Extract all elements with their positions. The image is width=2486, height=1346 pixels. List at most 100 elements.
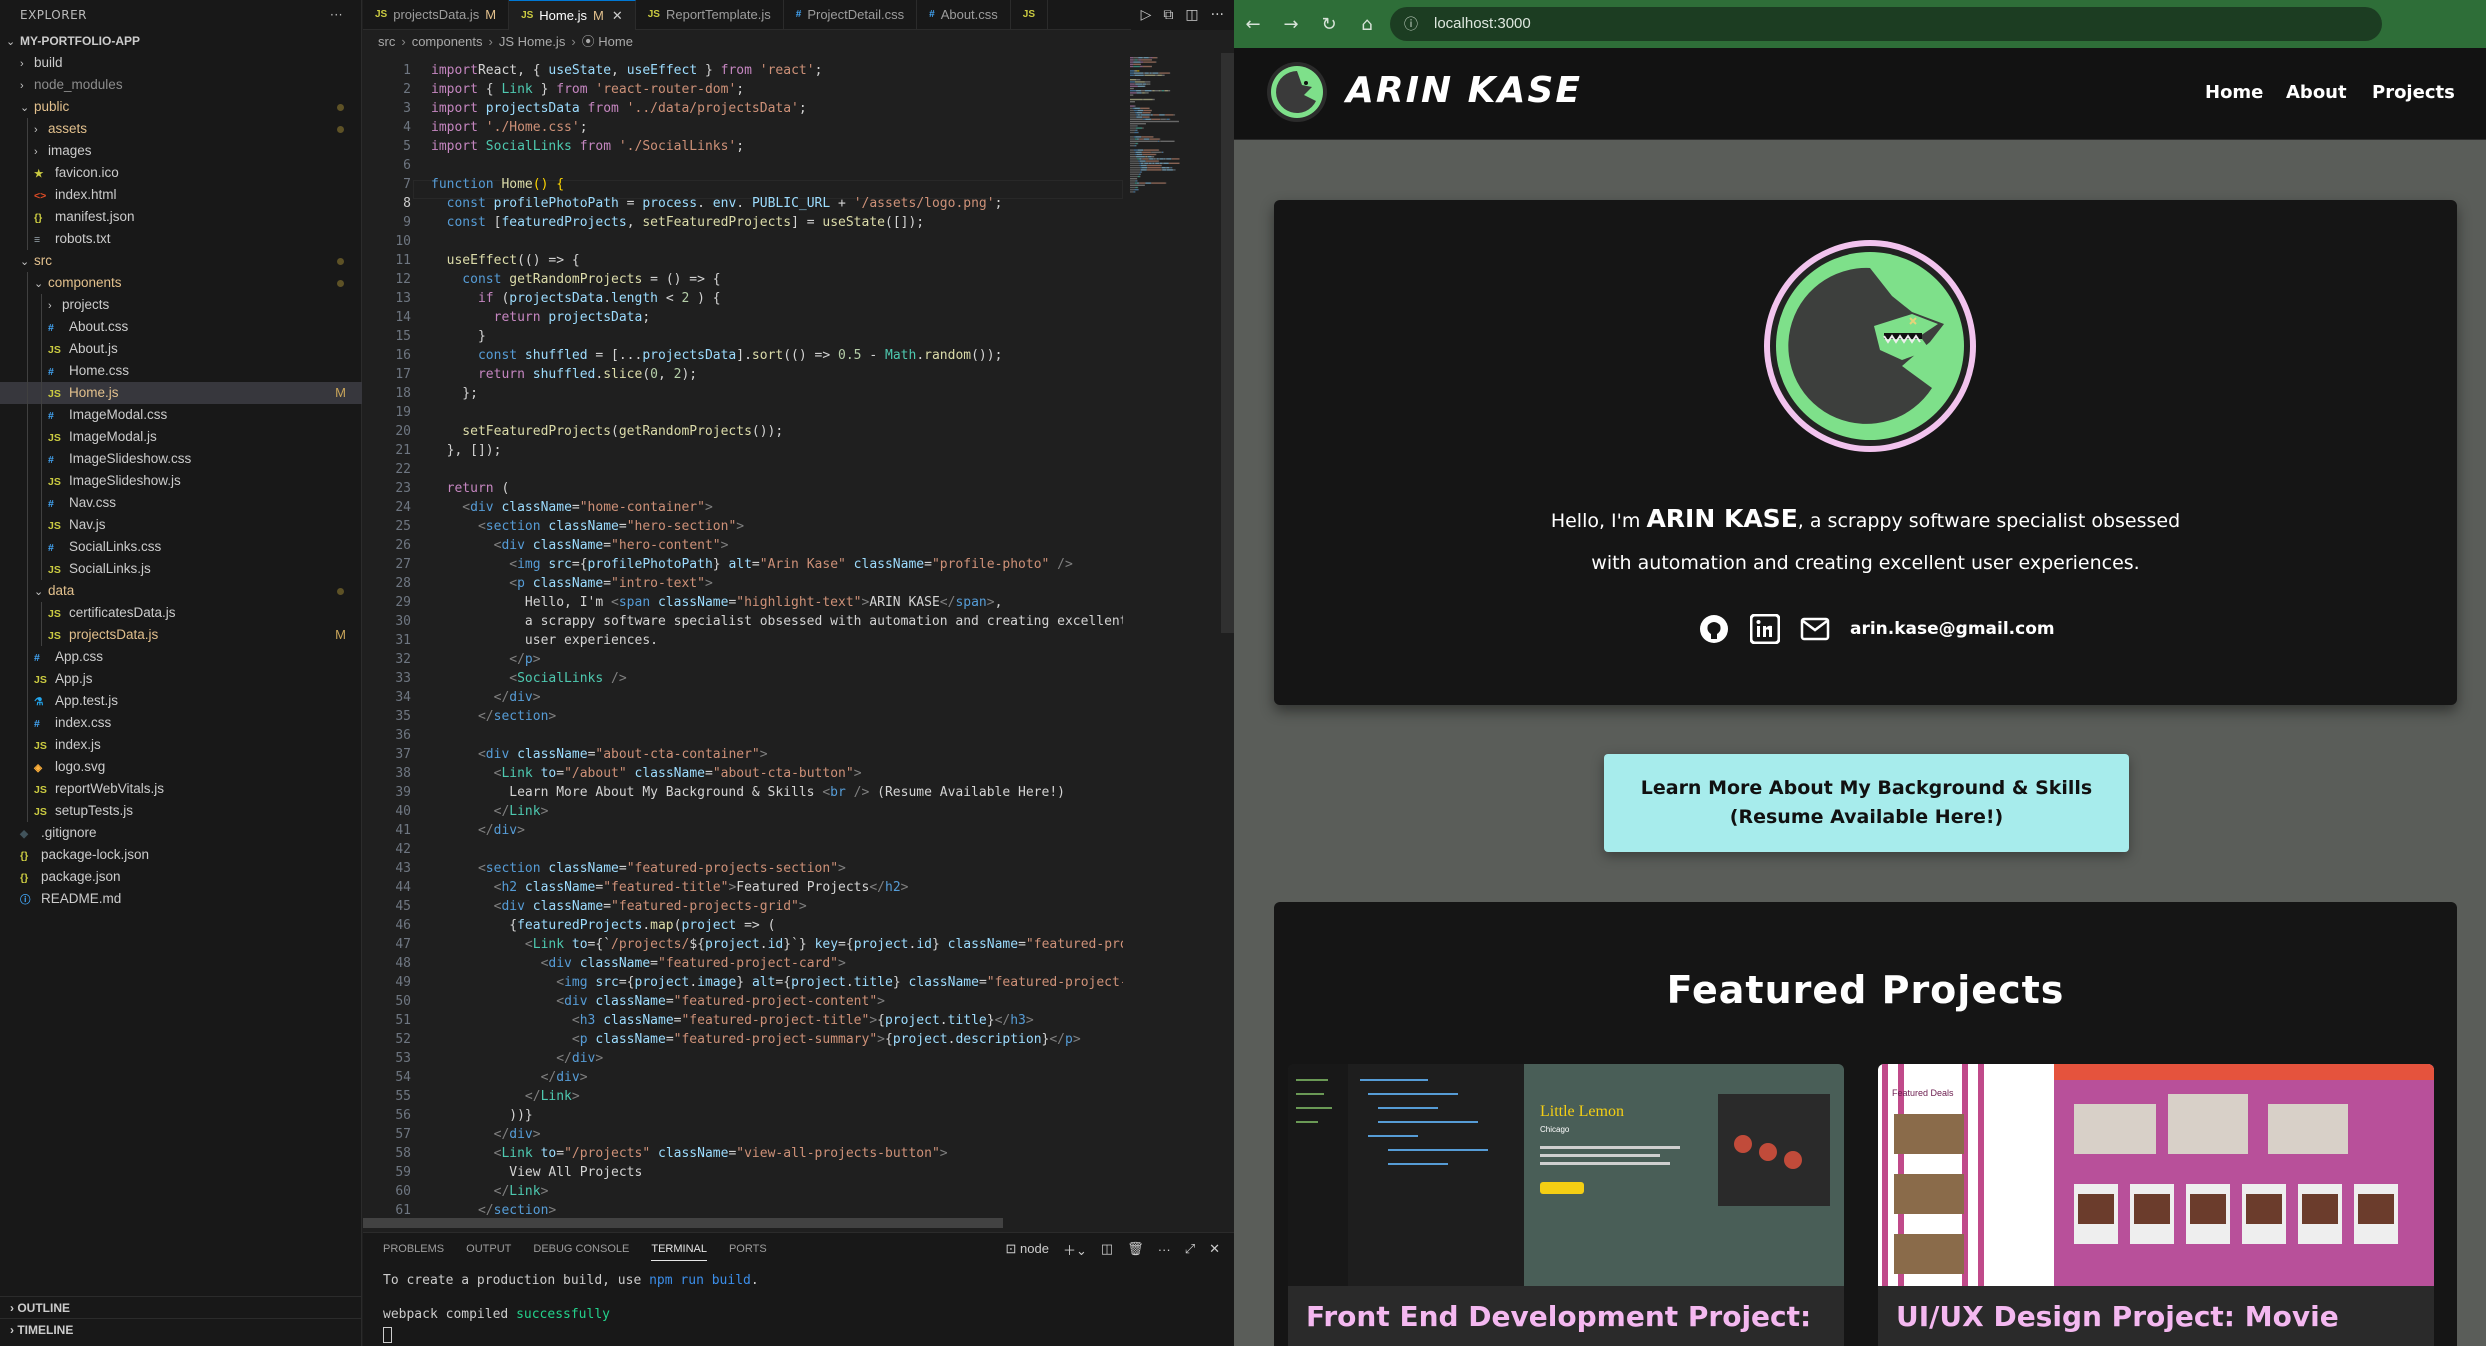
tree-folder-public[interactable]: ⌄ public [0,96,362,118]
code-line[interactable]: importReact, { useState, useEffect } fro… [431,61,822,80]
code-line[interactable]: </div> [431,688,541,707]
tree-file[interactable]: JS ImageSlideshow.js [0,470,362,492]
code-line[interactable]: Learn More About My Background & Skills … [431,783,1065,802]
code-line[interactable]: if (projectsData.length < 2 ) { [431,289,721,308]
panel-tab-terminal[interactable]: TERMINAL [651,1243,707,1261]
code-line[interactable]: }; [431,384,478,403]
code-line[interactable]: const shuffled = [...projectsData].sort(… [431,346,1002,365]
code-line[interactable]: <div className="featured-projects-grid"> [431,897,807,916]
tree-folder-assets[interactable]: › assets [0,118,362,140]
tree-folder-images[interactable]: › images [0,140,362,162]
tree-file[interactable]: # SocialLinks.css [0,536,362,558]
code-line[interactable]: <div className="about-cta-container"> [431,745,768,764]
forward-icon[interactable]: → [1272,14,1310,35]
tree-file[interactable]: # Home.css [0,360,362,382]
site-logo-icon[interactable] [1266,61,1328,123]
breadcrumb-item[interactable]: JS Home.js [499,34,565,49]
site-info-icon[interactable]: ⓘ [1404,7,1418,41]
close-tab-icon[interactable]: ✕ [612,1,623,31]
tree-file[interactable]: ◈ logo.svg [0,756,362,778]
code-line[interactable]: <img src={profilePhotoPath} alt="Arin Ka… [431,555,1073,574]
code-line[interactable]: function Home() { [431,175,564,194]
code-line[interactable]: const profilePhotoPath = process. env. P… [431,194,1003,213]
tree-file[interactable]: JS ImageModal.js [0,426,362,448]
code-line[interactable]: View All Projects [431,1163,642,1182]
code-line[interactable]: <img src={project.image} alt={project.ti… [431,973,1123,992]
code-line[interactable]: <div className="hero-content"> [431,536,729,555]
tree-file[interactable]: ≡ robots.txt [0,228,362,250]
editor-tab[interactable]: JS Home.js M ✕ [509,0,636,30]
tree-file[interactable]: # App.css [0,646,362,668]
code-line[interactable]: <Link to="/projects" className="view-all… [431,1144,948,1163]
code-line[interactable]: } [431,327,486,346]
code-line[interactable]: Hello, I'm <span className="highlight-te… [431,593,1003,612]
code-line[interactable]: </section> [431,707,556,726]
tree-file[interactable]: ⚗ App.test.js [0,690,362,712]
code-line[interactable]: <p className="featured-project-summary">… [431,1030,1081,1049]
panel-tab-ports[interactable]: PORTS [729,1243,767,1255]
breadcrumb-item[interactable]: src [378,34,395,49]
panel-tab-debug-console[interactable]: DEBUG CONSOLE [533,1243,629,1255]
github-icon[interactable] [1698,613,1730,645]
kill-terminal-icon[interactable]: 🗑 [1127,1241,1144,1257]
editor-tab[interactable]: # About.css [917,0,1011,30]
code-line[interactable]: <h2 className="featured-title">Featured … [431,878,909,897]
code-line[interactable]: </div> [431,1068,588,1087]
code-line[interactable]: <Link to={`/projects/${project.id}`} key… [431,935,1123,954]
tree-file[interactable]: {} manifest.json [0,206,362,228]
run-icon[interactable]: ▷ [1141,7,1152,23]
tree-file[interactable]: # index.css [0,712,362,734]
split-editor-icon[interactable]: ◫ [1185,7,1198,23]
outline-section[interactable]: › OUTLINE [0,1296,362,1318]
tree-file[interactable]: {} package.json [0,866,362,888]
code-line[interactable]: <Link to="/about" className="about-cta-b… [431,764,862,783]
tree-root[interactable]: ⌄ MY-PORTFOLIO-APP [0,30,362,52]
code-line[interactable]: import './Home.css'; [431,118,588,137]
home-icon[interactable]: ⌂ [1348,14,1386,35]
code-line[interactable]: </Link> [431,802,549,821]
new-terminal-icon[interactable]: ＋⌄ [1063,1240,1087,1259]
editor-tab[interactable]: # ProjectDetail.css [784,0,918,30]
panel-more-icon[interactable]: ··· [1158,1242,1171,1257]
compare-icon[interactable]: ⧉ [1163,7,1173,23]
tree-file[interactable]: JS certificatesData.js [0,602,362,624]
code-line[interactable]: </div> [431,821,525,840]
tree-file[interactable]: JS reportWebVitals.js [0,778,362,800]
terminal-shell-indicator[interactable]: ⊡ node [1006,1241,1049,1257]
code-line[interactable]: a scrappy software specialist obsessed w… [431,612,1123,631]
tree-file[interactable]: JS Nav.js [0,514,362,536]
code-line[interactable]: {featuredProjects.map(project => ( [431,916,775,935]
tree-folder-src[interactable]: ⌄ src [0,250,362,272]
tree-file[interactable]: JS About.js [0,338,362,360]
panel-tab-output[interactable]: OUTPUT [466,1243,511,1255]
vertical-scrollbar[interactable] [1221,53,1234,633]
code-line[interactable]: </div> [431,1125,541,1144]
tree-file[interactable]: ⓘ README.md [0,888,362,910]
tree-file[interactable]: # About.css [0,316,362,338]
code-line[interactable]: return shuffled.slice(0, 2); [431,365,697,384]
tree-file[interactable]: JS setupTests.js [0,800,362,822]
code-line[interactable]: const getRandomProjects = () => { [431,270,720,289]
terminal-cursor[interactable] [383,1327,392,1343]
code-line[interactable]: <h3 className="featured-project-title">{… [431,1011,1034,1030]
tree-file[interactable]: ◆ .gitignore [0,822,362,844]
code-line[interactable]: </p> [431,650,540,669]
site-brand[interactable]: ARIN KASE [1346,70,1582,111]
linkedin-icon[interactable] [1750,614,1780,644]
code-line[interactable]: <SocialLinks /> [431,669,626,688]
code-line[interactable]: <section className="hero-section"> [431,517,744,536]
code-line[interactable]: useEffect(() => { [431,251,580,270]
email-icon[interactable] [1800,617,1830,641]
tree-folder-components[interactable]: ⌄ components [0,272,362,294]
code-line[interactable]: return projectsData; [431,308,651,327]
project-card-uiux[interactable]: Featured Deals UI/UX Design Project: Mov… [1878,1064,2434,1346]
nav-about-link[interactable]: About [2286,82,2347,103]
split-terminal-icon[interactable]: ◫ [1101,1241,1113,1257]
code-line[interactable]: }, []); [431,441,502,460]
tree-file[interactable]: JS Home.js M [0,382,362,404]
code-line[interactable]: import SocialLinks from './SocialLinks'; [431,137,744,156]
tree-file[interactable]: JS index.js [0,734,362,756]
reload-icon[interactable]: ↻ [1310,14,1348,35]
nav-projects-link[interactable]: Projects [2372,82,2455,103]
code-line[interactable]: return ( [431,479,510,498]
